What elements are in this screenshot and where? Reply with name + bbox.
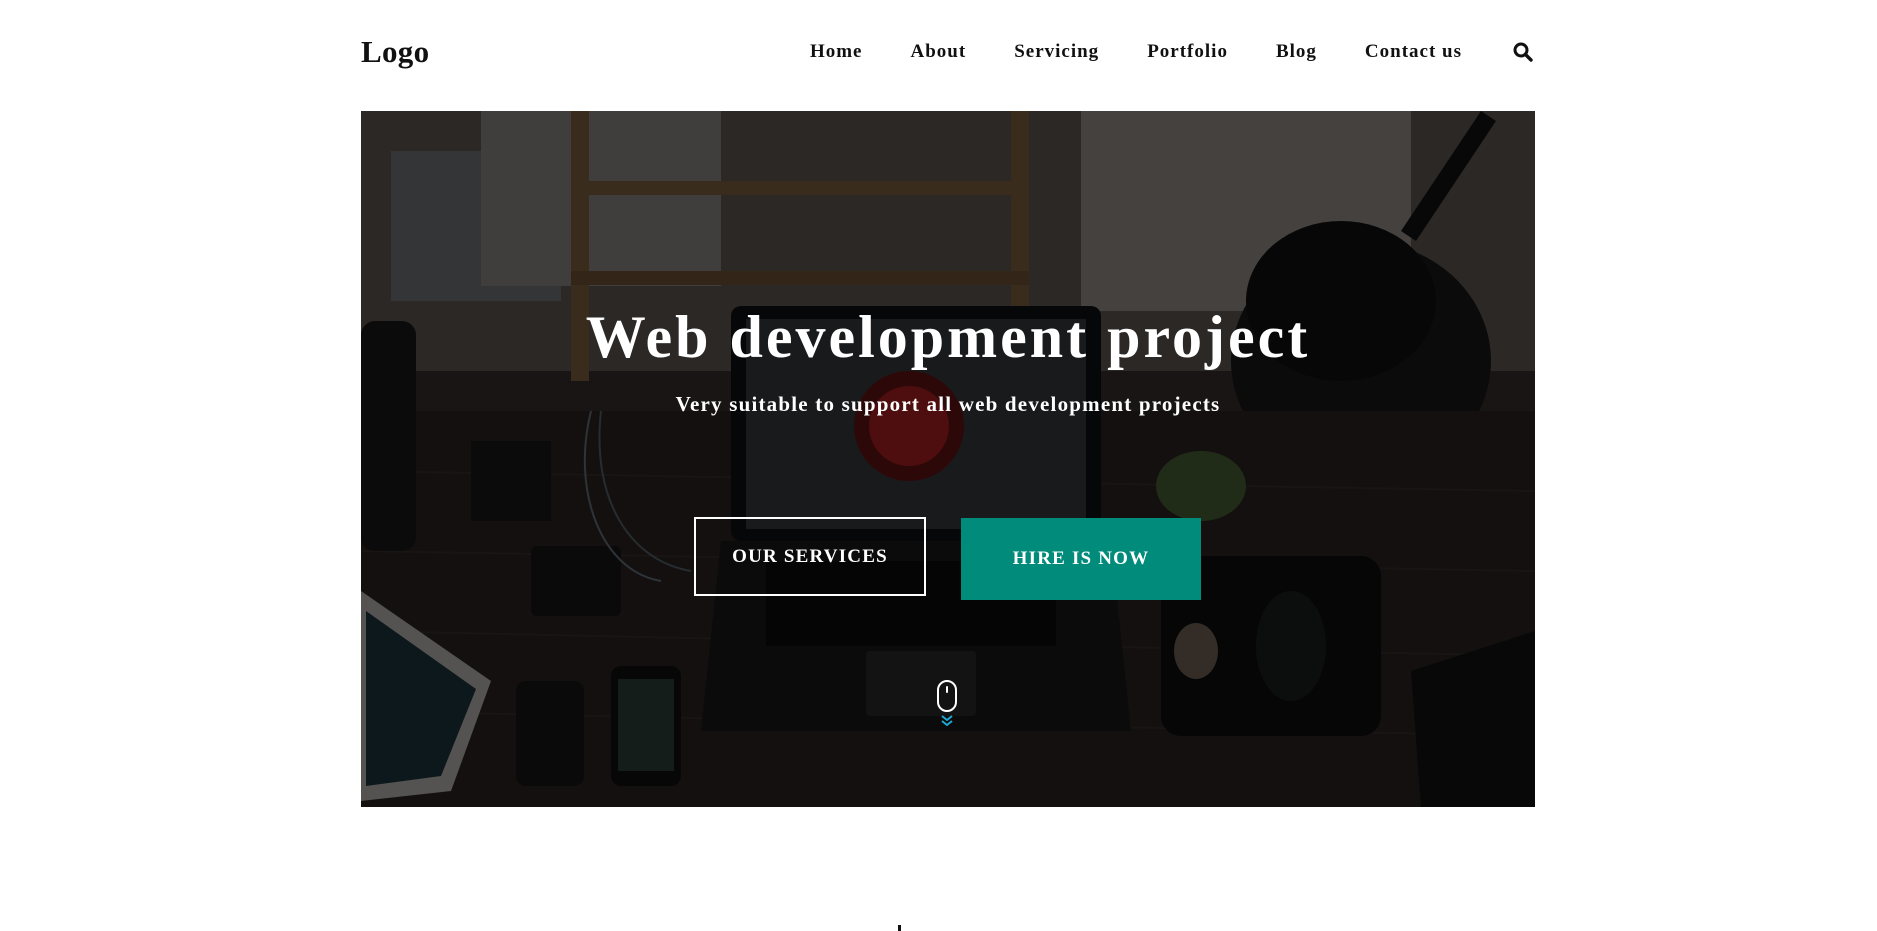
section-divider-mark (898, 925, 901, 931)
page: Logo Home About Servicing Portfolio Blog… (0, 0, 1877, 931)
search-icon (1513, 42, 1533, 62)
scroll-down-indicator[interactable] (936, 679, 958, 733)
our-services-button[interactable]: OUR SERVICES (694, 517, 926, 596)
nav-contact-link[interactable]: Contact us (1365, 38, 1462, 66)
mouse-scroll-icon (937, 680, 957, 727)
hero-title: Web development project (585, 304, 1311, 370)
site-header: Logo Home About Servicing Portfolio Blog… (361, 0, 1535, 111)
nav-servicing-link[interactable]: Servicing (1014, 38, 1099, 66)
nav-blog-link[interactable]: Blog (1276, 38, 1317, 66)
main-nav: Home About Servicing Portfolio Blog Cont… (810, 38, 1535, 66)
nav-portfolio-link[interactable]: Portfolio (1147, 38, 1228, 66)
nav-about-link[interactable]: About (911, 38, 967, 66)
logo[interactable]: Logo (361, 34, 429, 70)
search-button[interactable] (1511, 38, 1535, 66)
hero-subtitle: Very suitable to support all web develop… (675, 392, 1221, 416)
nav-home-link[interactable]: Home (810, 38, 863, 66)
hero-section: Web development project Very suitable to… (361, 111, 1535, 807)
hire-now-button[interactable]: HIRE IS NOW (961, 518, 1201, 600)
